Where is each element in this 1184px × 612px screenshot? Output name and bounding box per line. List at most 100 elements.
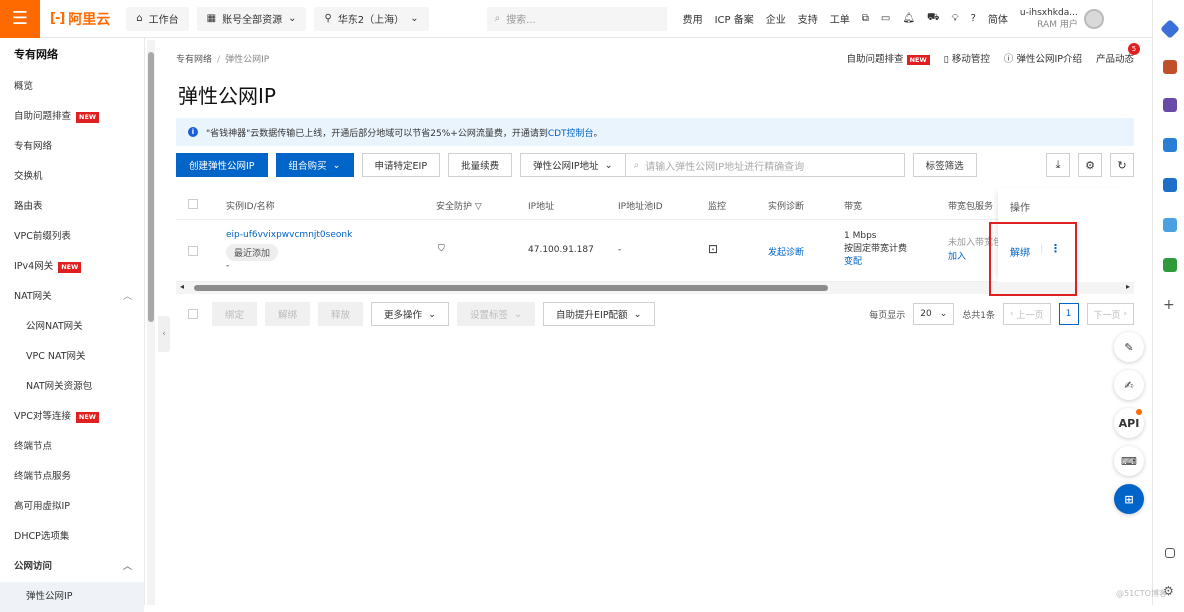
copilot-icon[interactable]: [1163, 138, 1177, 152]
sidebar-item[interactable]: NAT网关资源包: [0, 372, 144, 402]
refresh-icon[interactable]: ↻: [1110, 153, 1134, 177]
chevron-up-icon[interactable]: ︿: [123, 552, 132, 582]
news-link[interactable]: 产品动态 5: [1096, 43, 1140, 65]
sidebar-collapse-handle[interactable]: ‹: [158, 316, 170, 352]
sidebar-scrollbar[interactable]: [147, 40, 155, 605]
release-button[interactable]: 释放: [318, 302, 364, 326]
sidebar-item[interactable]: 自助问题排查 NEW: [0, 102, 144, 132]
col-pool: IP地址池ID: [618, 202, 663, 212]
api-icon[interactable]: API: [1114, 408, 1144, 438]
tag-filter-button[interactable]: 标签筛选: [912, 153, 977, 177]
self-check-label: 自助问题排查: [846, 54, 904, 65]
sidebar-item[interactable]: 高可用虚拟IP: [0, 492, 144, 522]
resource-group-selector[interactable]: ▦ 账号全部资源 ⌄: [196, 6, 307, 31]
ticket-link[interactable]: 工单: [830, 11, 850, 26]
user-info[interactable]: u-ihsxhkda... RAM 用户: [1020, 7, 1078, 31]
tree-icon[interactable]: [1163, 258, 1177, 272]
briefcase-icon[interactable]: [1163, 60, 1177, 74]
user-role: RAM 用户: [1037, 19, 1078, 30]
gear-icon[interactable]: ⚙: [1078, 153, 1102, 177]
unbind-button[interactable]: 解绑: [265, 302, 311, 326]
language-switch[interactable]: 简体: [988, 11, 1008, 26]
sidebar-item[interactable]: 终端节点服务: [0, 462, 144, 492]
global-search-input[interactable]: ⌕ 搜索...: [486, 6, 667, 31]
scroll-left-icon[interactable]: ◂: [180, 282, 184, 291]
breadcrumb-root[interactable]: 专有网络: [176, 55, 212, 65]
apply-eip-button[interactable]: 申请特定EIP: [361, 153, 441, 177]
avatar[interactable]: [1083, 8, 1104, 29]
monitor-chart-icon[interactable]: ⊡: [708, 242, 718, 256]
help-icon[interactable]: ?: [971, 13, 976, 24]
next-page-button[interactable]: 下一页 ›: [1086, 303, 1134, 325]
people-icon[interactable]: [1163, 98, 1177, 112]
select-all-checkbox[interactable]: [188, 199, 198, 209]
sidebar-item[interactable]: DHCP选项集: [0, 522, 144, 552]
icp-link[interactable]: ICP 备案: [715, 11, 754, 26]
prev-page-button[interactable]: ‹ 上一页: [1003, 303, 1051, 325]
apps-icon[interactable]: ⊞: [1114, 484, 1144, 514]
sidebar-item[interactable]: VPC前缀列表: [0, 222, 144, 252]
sidebar-item[interactable]: VPC NAT网关: [0, 342, 144, 372]
upgrade-quota-button[interactable]: 自助提升EIP配额 ⌄: [543, 302, 655, 326]
search-input[interactable]: ⌕ 请输入弹性公网IP地址进行精确查询: [624, 153, 905, 177]
lightbulb-icon[interactable]: 💡︎: [952, 13, 959, 24]
create-eip-button[interactable]: 创建弹性公网IP: [176, 153, 268, 177]
per-page-label: 每页显示: [869, 310, 906, 321]
menu-icon[interactable]: ☰: [0, 0, 40, 38]
sidebar-item[interactable]: IPv4网关 NEW: [0, 252, 144, 282]
per-page-select[interactable]: 20 ⌄: [913, 303, 955, 325]
sidebar-item[interactable]: 公网NAT网关: [0, 312, 144, 342]
terminal-icon[interactable]: ▭: [881, 13, 890, 24]
sidebar-item[interactable]: 专有网络: [0, 132, 144, 162]
chevron-up-icon[interactable]: ︿: [123, 282, 132, 312]
cloud-shell-icon[interactable]: ⧉: [862, 13, 869, 24]
add-icon[interactable]: +: [1163, 298, 1177, 312]
scroll-right-icon[interactable]: ▸: [1126, 282, 1130, 291]
change-spec-link[interactable]: 变配: [844, 256, 907, 269]
row-checkbox[interactable]: [188, 246, 198, 256]
mobile-link[interactable]: ▯ 移动管控: [944, 51, 990, 65]
sidebar-item[interactable]: 交换机: [0, 162, 144, 192]
region-selector[interactable]: ⚲ 华东2（上海） ⌄: [314, 6, 429, 31]
extension-icon[interactable]: [1160, 19, 1180, 39]
set-tag-button[interactable]: 设置标签 ⌄: [457, 302, 536, 326]
search-field-select[interactable]: 弹性公网IP地址 ⌄: [520, 153, 626, 177]
diagnose-link[interactable]: 发起诊断: [768, 245, 804, 258]
more-actions-button[interactable]: 更多操作 ⌄: [371, 302, 450, 326]
layout-icon[interactable]: [1165, 548, 1175, 558]
page-1-button[interactable]: 1: [1058, 303, 1079, 325]
sidebar-item[interactable]: 终端节点: [0, 432, 144, 462]
send-icon[interactable]: [1163, 218, 1177, 232]
combo-purchase-button[interactable]: 组合购买 ⌄: [275, 153, 354, 177]
batch-renew-button[interactable]: 批量续费: [448, 153, 513, 177]
edit-icon[interactable]: ✎: [1114, 332, 1144, 362]
workbench-button[interactable]: ⌂ 工作台: [126, 6, 189, 31]
outlook-icon[interactable]: [1163, 178, 1177, 192]
sidebar-item[interactable]: NAT网关 ︿: [0, 282, 144, 312]
shield-icon[interactable]: ⛉: [438, 244, 445, 254]
cart-icon[interactable]: ⛟: [927, 12, 940, 25]
sidebar-item[interactable]: 公网访问 ︿: [0, 552, 144, 582]
feedback-icon[interactable]: ✍: [1114, 370, 1144, 400]
sidebar-item[interactable]: 弹性公网IP: [0, 582, 144, 612]
aliyun-logo[interactable]: [-] 阿里云: [50, 9, 110, 29]
self-check-link[interactable]: 自助问题排查 NEW: [847, 51, 930, 65]
sidebar-item[interactable]: 概览: [0, 72, 144, 102]
fees-link[interactable]: 费用: [683, 11, 703, 26]
sidebar-item[interactable]: 路由表: [0, 192, 144, 222]
intro-link[interactable]: ⓘ 弹性公网IP介绍: [1004, 51, 1082, 65]
cdt-console-link[interactable]: CDT控制台: [548, 129, 594, 139]
scrollbar-thumb[interactable]: [148, 52, 154, 322]
enterprise-link[interactable]: 企业: [766, 11, 786, 26]
instance-id-link[interactable]: eip-uf6vvixpwvcmnjt0seonk: [226, 230, 352, 240]
filter-icon[interactable]: ▽: [475, 202, 482, 212]
support-link[interactable]: 支持: [798, 11, 818, 26]
sidebar-item-label: NAT网关: [14, 291, 52, 302]
chat-icon[interactable]: ⌨: [1114, 446, 1144, 476]
bottom-select-all-checkbox[interactable]: [188, 309, 198, 319]
bell-icon[interactable]: 🔔︎: [902, 13, 915, 24]
bind-button[interactable]: 绑定: [212, 302, 258, 326]
sidebar-item[interactable]: VPC对等连接 NEW: [0, 402, 144, 432]
download-icon[interactable]: ⤓: [1046, 153, 1070, 177]
scrollbar-thumb[interactable]: [194, 285, 828, 291]
